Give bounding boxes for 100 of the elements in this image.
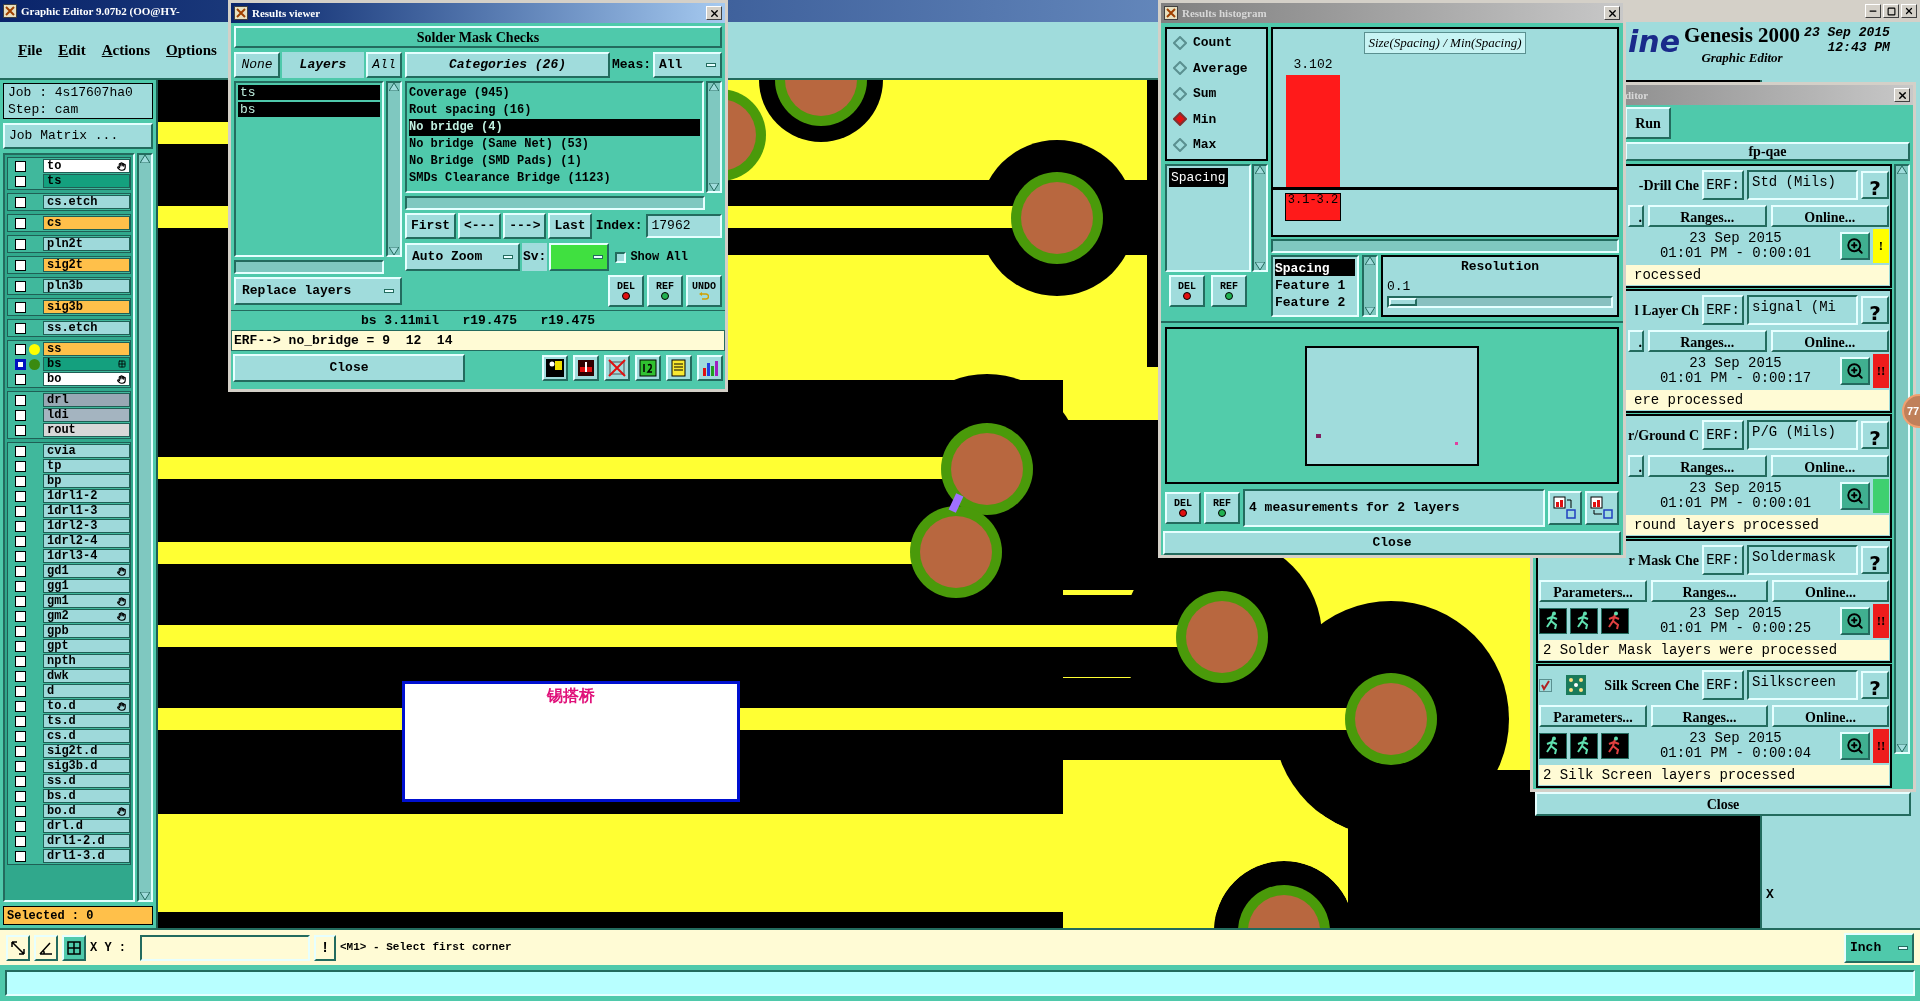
menu-item[interactable]: File	[18, 38, 43, 62]
mode-radio[interactable]	[1173, 112, 1187, 127]
show-all-checkbox[interactable]	[615, 251, 627, 263]
layer-name[interactable]: sig2t.d	[43, 744, 130, 758]
navigation-button[interactable]: First	[405, 213, 456, 239]
check-checkbox[interactable]	[1539, 678, 1552, 692]
layer-checkbox[interactable]	[15, 343, 26, 355]
scrollbar[interactable]	[1252, 163, 1268, 272]
zoom-mode-dropdown[interactable]: Auto Zoom	[405, 243, 520, 271]
close-button[interactable]	[1604, 6, 1620, 20]
layer-name[interactable]: bs.d	[43, 789, 130, 803]
layer-name[interactable]: drl	[43, 393, 130, 407]
erf-field[interactable]: Std (Mils)	[1747, 170, 1858, 200]
run-button[interactable]: Run	[1625, 107, 1671, 139]
note-button[interactable]	[666, 355, 692, 381]
layer-checkbox[interactable]	[15, 217, 26, 229]
navigation-button[interactable]: Last	[548, 213, 592, 239]
layer-name[interactable]: ss.etch	[43, 321, 130, 335]
layer-name[interactable]: npth	[43, 654, 130, 668]
online-button[interactable]: Online...	[1772, 705, 1889, 727]
field-item[interactable]: Feature 2	[1275, 293, 1355, 310]
zoom-button[interactable]	[1840, 482, 1870, 510]
layer-checkbox[interactable]	[15, 730, 26, 742]
tool-button[interactable]: REF	[1211, 274, 1247, 307]
layer-name[interactable]: cs.d	[43, 729, 130, 743]
category-item[interactable]: Rout spacing (16)	[409, 102, 700, 119]
online-button[interactable]: Online...	[1770, 205, 1889, 227]
layer-name[interactable]: gd1	[43, 564, 130, 578]
category-item[interactable]: No bridge (Same Net) (53)	[409, 136, 700, 153]
layer-checkbox[interactable]	[15, 424, 26, 436]
layer-name[interactable]: ldi	[43, 408, 130, 422]
menu-item[interactable]: Edit	[58, 38, 86, 62]
layer-name[interactable]: rout	[43, 423, 130, 437]
ranges-button[interactable]: Ranges...	[1648, 205, 1767, 227]
menu-item[interactable]: Actions	[101, 38, 151, 62]
close-button[interactable]	[706, 6, 722, 20]
layer-name[interactable]: drl1-2.d	[43, 834, 130, 848]
layer-name[interactable]: ts.d	[43, 714, 130, 728]
layer-checkbox[interactable]	[15, 715, 26, 727]
online-button[interactable]: Online...	[1770, 455, 1889, 477]
online-button[interactable]: Online...	[1772, 580, 1889, 602]
menu-item[interactable]: Options	[166, 38, 217, 62]
erf-field[interactable]: P/G (Mils)	[1747, 420, 1858, 450]
help-button[interactable]: ?	[1861, 671, 1889, 699]
zoom-button[interactable]	[1840, 357, 1870, 385]
category-item[interactable]: No bridge (4)	[409, 119, 700, 136]
layer-name[interactable]: bp	[43, 474, 130, 488]
index-field[interactable]: 17962	[646, 214, 722, 238]
sv-dropdown[interactable]	[549, 243, 610, 271]
diagonal-arrow-button[interactable]	[6, 934, 30, 961]
ranges-button[interactable]: Ranges...	[1651, 580, 1768, 602]
layer-checkbox[interactable]	[15, 460, 26, 472]
layer-name[interactable]: bo	[43, 372, 130, 386]
layer-name[interactable]: drl1-3.d	[43, 849, 130, 863]
layer-checkbox[interactable]	[15, 550, 26, 562]
zoom-button[interactable]	[1840, 232, 1870, 260]
layer-checkbox[interactable]	[15, 595, 26, 607]
layer-name[interactable]: to.d	[43, 699, 130, 713]
layer-name[interactable]: 1drl1-3	[43, 504, 130, 518]
layer-name[interactable]: drl.d	[43, 819, 130, 833]
category-item[interactable]: Coverage (945)	[409, 85, 700, 102]
minimize-button[interactable]	[1865, 4, 1881, 18]
layer-checkbox[interactable]	[15, 820, 26, 832]
zoom-button[interactable]	[1840, 732, 1870, 760]
layer-checkbox[interactable]	[15, 280, 26, 292]
tool-button[interactable]: DEL	[1169, 274, 1205, 307]
runner-button[interactable]	[1539, 733, 1567, 759]
units-dropdown[interactable]: Inch	[1844, 932, 1914, 963]
layer-checkbox[interactable]	[15, 520, 26, 532]
runner-button[interactable]	[1570, 733, 1598, 759]
layer-checkbox[interactable]	[15, 625, 26, 637]
parameters-button[interactable]: .	[1628, 205, 1644, 227]
layer-checkbox[interactable]	[15, 490, 26, 502]
category-item[interactable]: SMDs Clearance Bridge (1123)	[409, 170, 700, 187]
mode-radio[interactable]	[1173, 35, 1187, 50]
layer-name[interactable]: ss	[43, 342, 130, 356]
counter-button[interactable]	[635, 355, 661, 381]
coordinate-field[interactable]	[140, 934, 310, 961]
parameters-button[interactable]: Parameters...	[1539, 705, 1647, 727]
none-button[interactable]: None	[234, 52, 280, 78]
angle-button[interactable]	[34, 934, 58, 961]
layer-checkbox[interactable]	[15, 505, 26, 517]
tool-button[interactable]: REF	[647, 275, 683, 307]
layer-checkbox[interactable]	[15, 301, 26, 313]
scrollbar[interactable]	[234, 260, 384, 274]
alert-button[interactable]: !	[314, 934, 336, 961]
layer-name[interactable]: 1drl1-2	[43, 489, 130, 503]
layer-checkbox[interactable]	[15, 745, 26, 757]
layer-name[interactable]: gg1	[43, 579, 130, 593]
slider-thumb[interactable]	[1389, 298, 1417, 306]
erf-field[interactable]: signal (Mi	[1747, 295, 1858, 325]
close-button[interactable]: Close	[1535, 792, 1911, 816]
chart-export-button[interactable]	[1548, 490, 1582, 525]
layer-checkbox[interactable]	[15, 196, 26, 208]
help-button[interactable]: ?	[1861, 546, 1889, 574]
layer-checkbox[interactable]	[15, 358, 26, 370]
layer-name[interactable]: sig3b	[43, 300, 130, 314]
layer-name[interactable]: gpb	[43, 624, 130, 638]
grid-snap-button[interactable]	[62, 934, 86, 961]
layer-name[interactable]: gm2	[43, 609, 130, 623]
